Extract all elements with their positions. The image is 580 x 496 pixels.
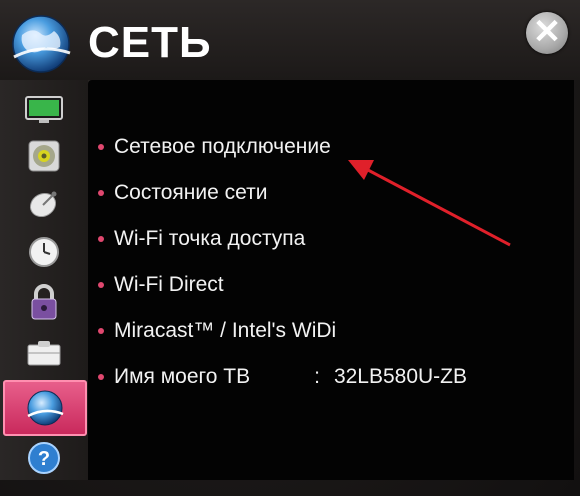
annotation-arrow	[348, 160, 511, 247]
tv-screen: СЕТЬ ✕ ? Сетевое подключение Состояние с…	[0, 0, 580, 496]
